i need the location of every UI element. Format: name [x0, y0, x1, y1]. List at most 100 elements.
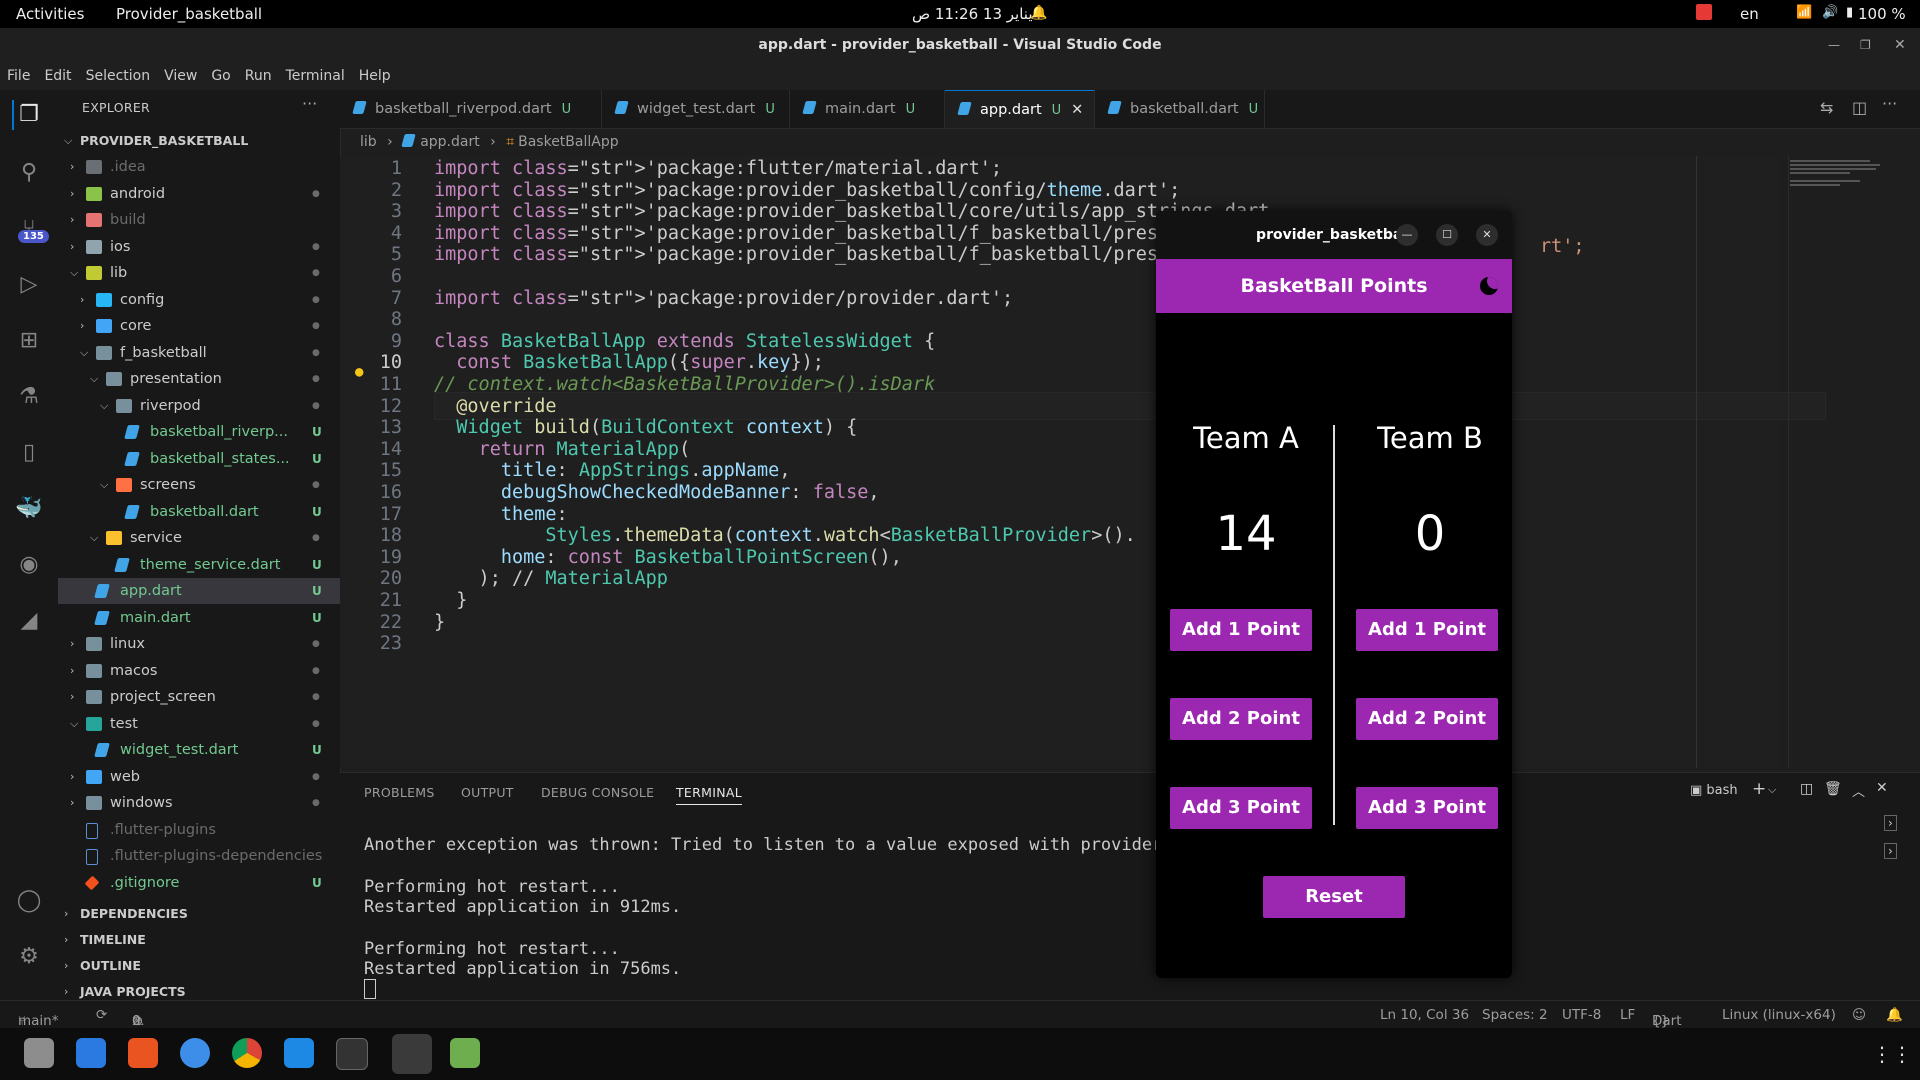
keyboard-layout[interactable]: en	[1740, 5, 1759, 23]
settings-gear-icon[interactable]: ⚙	[14, 942, 44, 972]
remote-explorer-icon[interactable]: ▯	[14, 438, 44, 468]
team-a-add-1-button[interactable]: Add 1 Point	[1170, 609, 1312, 651]
tree-item[interactable]: › core ●	[58, 313, 340, 339]
tree-item[interactable]: ⌵ service ●	[58, 525, 340, 551]
code-line[interactable]: import class="str">'package:provider_bas…	[434, 244, 1269, 265]
indentation[interactable]: Spaces: 2	[1482, 1007, 1548, 1023]
breadcrumb-lib[interactable]: lib	[360, 134, 377, 150]
new-terminal-icon[interactable]: +	[1752, 779, 1766, 799]
code-line[interactable]: @override	[434, 396, 556, 417]
team-b-add-3-button[interactable]: Add 3 Point	[1356, 787, 1498, 829]
notifications-icon[interactable]: 🔔	[1886, 1007, 1903, 1023]
minimize-icon[interactable]: —	[1396, 224, 1418, 246]
menu-selection[interactable]: Selection	[79, 63, 158, 90]
sidebar-section-outline[interactable]: › OUTLINE	[58, 953, 340, 979]
target-platform[interactable]: Linux (linux-x64)	[1722, 1007, 1836, 1023]
split-terminal-icon[interactable]: ◫	[1800, 781, 1813, 797]
vscode-icon[interactable]	[284, 1038, 314, 1068]
split-editor-icon[interactable]: ◫	[1852, 98, 1867, 117]
tree-item[interactable]: › project_screen ●	[58, 684, 340, 710]
code-line[interactable]: import class="str">'package:provider_bas…	[434, 180, 1180, 201]
tree-item[interactable]: › .idea	[58, 154, 340, 180]
show-apps-icon[interactable]: ⋮⋮	[1872, 1042, 1912, 1066]
close-panel-icon[interactable]: ✕	[1876, 780, 1888, 796]
menu-go[interactable]: Go	[204, 63, 237, 90]
menu-view[interactable]: View	[157, 63, 204, 90]
line-endings[interactable]: LF	[1620, 1007, 1635, 1023]
cursor-position[interactable]: Ln 10, Col 36	[1380, 1007, 1469, 1023]
focused-app-name[interactable]: Provider_basketball	[116, 5, 262, 23]
testing-icon[interactable]: ⚗	[14, 382, 44, 412]
code-line[interactable]: home: const BasketballPointScreen(),	[434, 547, 902, 568]
tree-item[interactable]: › ios ●	[58, 234, 340, 260]
tree-item[interactable]: › config ●	[58, 287, 340, 313]
run-debug-icon[interactable]: ▷	[14, 270, 44, 300]
tree-item[interactable]: ⌵ test ●	[58, 711, 340, 737]
explorer-root[interactable]: ⌵ PROVIDER_BASKETBALL	[58, 128, 340, 154]
indicator-icon[interactable]	[1696, 4, 1712, 20]
code-editor[interactable]: 1 import class="str">'package:flutter/mat…	[340, 156, 1826, 768]
tree-item[interactable]: › build	[58, 207, 340, 233]
code-line[interactable]: Widget build(BuildContext context) {	[434, 417, 857, 438]
extensions-icon[interactable]: ⊞	[14, 326, 44, 356]
breadcrumb-class[interactable]: BasketBallApp	[518, 134, 619, 150]
maximize-panel-icon[interactable]: ︿	[1852, 781, 1865, 800]
software-store-icon[interactable]	[128, 1038, 158, 1068]
tree-item[interactable]: main.dart U	[58, 605, 340, 631]
compare-changes-icon[interactable]: ⇆	[1820, 98, 1833, 117]
feedback-icon[interactable]: ☺	[1852, 1007, 1866, 1023]
tab-widget-test[interactable]: widget_test.dart U	[602, 90, 790, 128]
menu-edit[interactable]: Edit	[37, 63, 78, 90]
tree-item[interactable]: .flutter-plugins-dependencies	[58, 843, 340, 869]
terminal-instance-icon[interactable]: ›	[1884, 815, 1897, 831]
volume-icon[interactable]: 🔊	[1822, 5, 1838, 20]
notification-bell-icon[interactable]: 🔔	[1030, 5, 1047, 21]
more-actions-icon[interactable]: ···	[1882, 94, 1897, 113]
code-line[interactable]: ); // MaterialApp	[434, 568, 668, 589]
team-b-add-2-button[interactable]: Add 2 Point	[1356, 698, 1498, 740]
help-icon[interactable]	[180, 1038, 210, 1068]
minimap[interactable]	[1790, 156, 1900, 216]
clock[interactable]: يناير 13 11:26 ص	[912, 5, 1033, 23]
tab-app[interactable]: app.dart U ✕	[945, 90, 1095, 128]
tree-item[interactable]: › windows ●	[58, 790, 340, 816]
code-line[interactable]: }	[434, 590, 467, 611]
code-line[interactable]: return MaterialApp(	[434, 439, 691, 460]
tab-problems[interactable]: PROBLEMS	[364, 785, 435, 800]
tree-item[interactable]: › android ●	[58, 181, 340, 207]
code-line[interactable]: import class="str">'package:provider_bas…	[434, 223, 1269, 244]
tab-output[interactable]: OUTPUT	[461, 785, 514, 800]
tree-item[interactable]: › macos ●	[58, 658, 340, 684]
terminal-instance-icon[interactable]: ›	[1884, 843, 1897, 859]
more-actions-icon[interactable]: ···	[302, 94, 317, 113]
tree-item[interactable]: › web ●	[58, 764, 340, 790]
reset-button[interactable]: Reset	[1263, 876, 1405, 918]
team-b-add-1-button[interactable]: Add 1 Point	[1356, 609, 1498, 651]
menu-help[interactable]: Help	[352, 63, 398, 90]
trash-bin-icon[interactable]	[450, 1038, 480, 1068]
tree-item[interactable]: › linux ●	[58, 631, 340, 657]
close-icon[interactable]: ✕	[1476, 224, 1498, 246]
terminal-shell[interactable]: ▣ bash	[1690, 783, 1738, 798]
maximize-icon[interactable]: ☐	[1436, 224, 1458, 246]
tab-main[interactable]: main.dart U	[790, 90, 945, 128]
dark-mode-moon-icon[interactable]	[1480, 277, 1498, 295]
menu-terminal[interactable]: Terminal	[279, 63, 352, 90]
docker-icon[interactable]: 🐳	[14, 494, 44, 524]
tree-item[interactable]: ⌵ lib ●	[58, 260, 340, 286]
close-icon[interactable]: ✕	[1894, 28, 1906, 63]
explorer-icon[interactable]: ❐	[12, 100, 44, 130]
sidebar-section-dependencies[interactable]: › DEPENDENCIES	[58, 901, 340, 927]
files-icon[interactable]	[24, 1038, 54, 1068]
tree-item[interactable]: widget_test.dart U	[58, 737, 340, 763]
sync-icon[interactable]: ⟳	[96, 1007, 107, 1023]
tree-item[interactable]: ⌵ riverpod ●	[58, 393, 340, 419]
close-tab-icon[interactable]: ✕	[1071, 102, 1083, 118]
tree-item[interactable]: ⌵ presentation ●	[58, 366, 340, 392]
tree-item[interactable]: ⌵ screens ●	[58, 472, 340, 498]
code-line[interactable]: }	[434, 612, 445, 633]
tree-item[interactable]: app.dart U	[58, 578, 340, 604]
code-line[interactable]: debugShowCheckedModeBanner: false,	[434, 482, 880, 503]
flutter-icon[interactable]: ◢	[14, 606, 44, 636]
trash-icon[interactable]: 🗑	[1824, 781, 1842, 797]
